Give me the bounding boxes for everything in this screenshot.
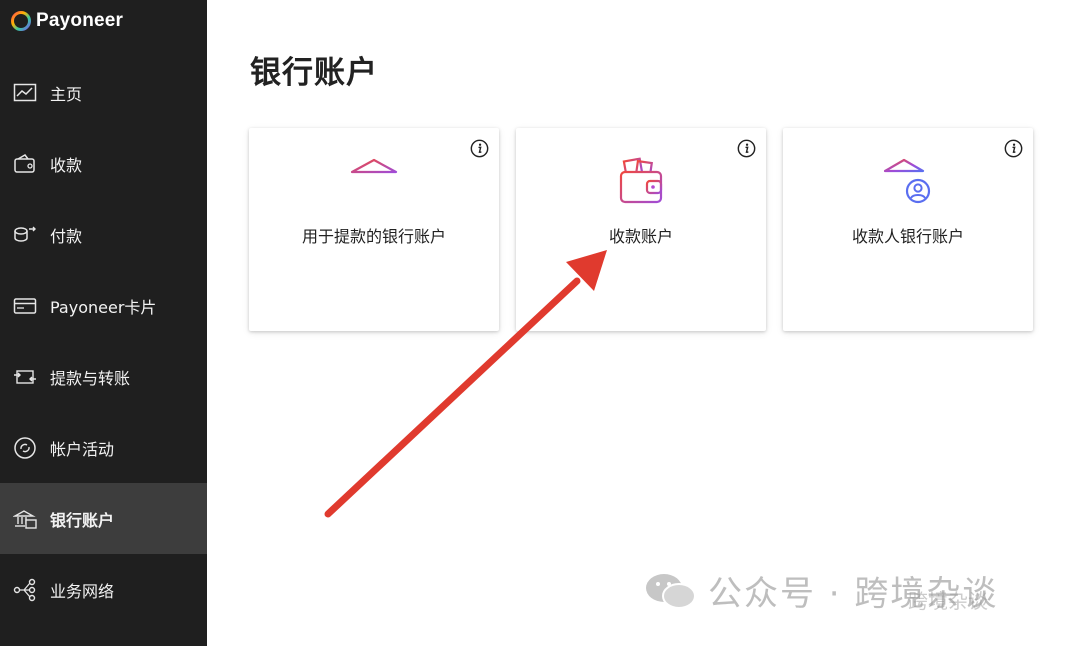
card-icon — [13, 294, 37, 318]
sidebar-item-home[interactable]: 主页 — [0, 57, 207, 128]
sidebar-item-pay[interactable]: 付款 — [0, 199, 207, 270]
activity-icon — [13, 436, 37, 460]
network-icon — [13, 578, 37, 602]
card-payee-bank-accounts[interactable]: 收款人银行账户 — [783, 128, 1033, 331]
card-label: 收款人银行账户 — [851, 227, 964, 246]
sidebar-item-label: 帐户活动 — [50, 439, 115, 459]
sidebar-item-withdraw-transfer[interactable]: 提款与转账 — [0, 341, 207, 412]
sidebar-item-label: 业务网络 — [50, 581, 115, 601]
transfer-icon — [13, 365, 37, 389]
bank-icon — [13, 507, 37, 531]
page-title: 银行账户 — [250, 55, 378, 91]
wechat-icon — [646, 573, 696, 609]
card-label: 收款账户 — [608, 227, 673, 246]
card-receiving-accounts[interactable]: 收款账户 — [516, 128, 766, 331]
sidebar-item-label: 收款 — [50, 155, 83, 175]
sidebar: Payoneer 主页 收款 付款 Payoneer卡片 提款与转账 帐户活动 … — [0, 0, 207, 646]
card-label: 用于提款的银行账户 — [301, 227, 446, 246]
sidebar-item-label: Payoneer卡片 — [50, 297, 157, 317]
sidebar-item-label: 付款 — [50, 226, 83, 246]
sidebar-item-card[interactable]: Payoneer卡片 — [0, 270, 207, 341]
card-withdraw-bank-accounts[interactable]: 用于提款的银行账户 — [249, 128, 499, 331]
payoneer-ring-icon — [11, 11, 31, 31]
brand-name: Payoneer — [36, 10, 124, 31]
watermark-subtext: 跨境杂谈 — [908, 589, 988, 613]
sidebar-item-label: 主页 — [50, 84, 83, 104]
main-content: 银行账户 用于提款的银行账户 收款账户 收款人银行账户 — [207, 0, 1080, 646]
sidebar-item-label: 银行账户 — [50, 510, 115, 530]
bank-building-icon — [350, 158, 398, 205]
info-icon[interactable] — [737, 139, 756, 158]
wallet-receive-icon — [13, 152, 37, 176]
sidebar-item-label: 提款与转账 — [50, 368, 131, 388]
sidebar-item-receive[interactable]: 收款 — [0, 128, 207, 199]
bank-person-icon — [883, 158, 931, 204]
sidebar-item-business-network[interactable]: 业务网络 — [0, 554, 207, 625]
info-icon[interactable] — [1004, 139, 1023, 158]
sidebar-item-activity[interactable]: 帐户活动 — [0, 412, 207, 483]
sidebar-item-bank-accounts[interactable]: 银行账户 — [0, 483, 207, 554]
dashboard-chart-icon — [13, 81, 37, 105]
payoneer-logo[interactable]: Payoneer — [10, 8, 123, 34]
wallet-icon — [619, 157, 663, 204]
coins-send-icon — [13, 223, 37, 247]
info-icon[interactable] — [470, 139, 489, 158]
